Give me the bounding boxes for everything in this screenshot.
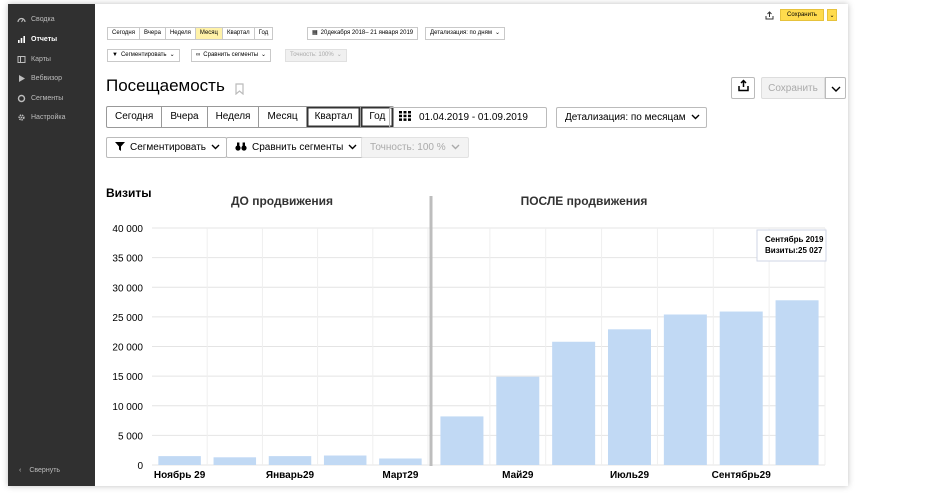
phase-label-before: ДО продвижения: [231, 194, 333, 208]
phase-label-after: ПОСЛЕ продвижения: [521, 194, 648, 208]
y-tick-label: 30 000: [112, 283, 143, 294]
x-tick-label: Сентябрь29: [712, 469, 772, 481]
y-tick-label: 0: [137, 461, 143, 472]
chart-title: Визиты: [106, 186, 152, 200]
chart-bar[interactable]: [213, 457, 257, 465]
y-tick-label: 25 000: [112, 313, 143, 324]
tooltip-month: Сентябрь 2019: [765, 235, 824, 244]
chart-bar[interactable]: [607, 329, 652, 465]
x-tick-label: Май29: [502, 470, 534, 481]
x-tick-label: Ноябрь 29: [154, 469, 206, 481]
tooltip-value: Визиты:25 027: [765, 246, 823, 255]
chart-bar[interactable]: [440, 416, 484, 465]
chart-tooltip: Сентябрь 2019 Визиты:25 027: [756, 229, 827, 262]
chart-bar[interactable]: [663, 314, 707, 465]
chart-bar[interactable]: [552, 341, 596, 465]
y-tick-label: 10 000: [112, 402, 143, 413]
y-tick-label: 40 000: [112, 224, 143, 235]
chart-bar[interactable]: [719, 311, 763, 465]
x-tick-label: Июль29: [610, 470, 650, 481]
x-tick-label: Январь29: [266, 470, 315, 481]
chart-bar[interactable]: [496, 376, 540, 465]
chart-bar[interactable]: [268, 456, 312, 465]
y-tick-label: 15 000: [112, 372, 143, 383]
chart-bar[interactable]: [323, 455, 367, 465]
visits-chart: Визиты ДО продвижения ПОСЛЕ продвижения …: [106, 186, 827, 481]
x-tick-label: Март29: [382, 470, 418, 481]
chart-bar[interactable]: [158, 456, 201, 465]
y-tick-label: 5 000: [118, 431, 143, 442]
chart-bar[interactable]: [379, 458, 422, 465]
y-tick-label: 35 000: [112, 254, 143, 265]
y-tick-label: 20 000: [112, 343, 143, 354]
chart-bar[interactable]: [775, 300, 819, 465]
